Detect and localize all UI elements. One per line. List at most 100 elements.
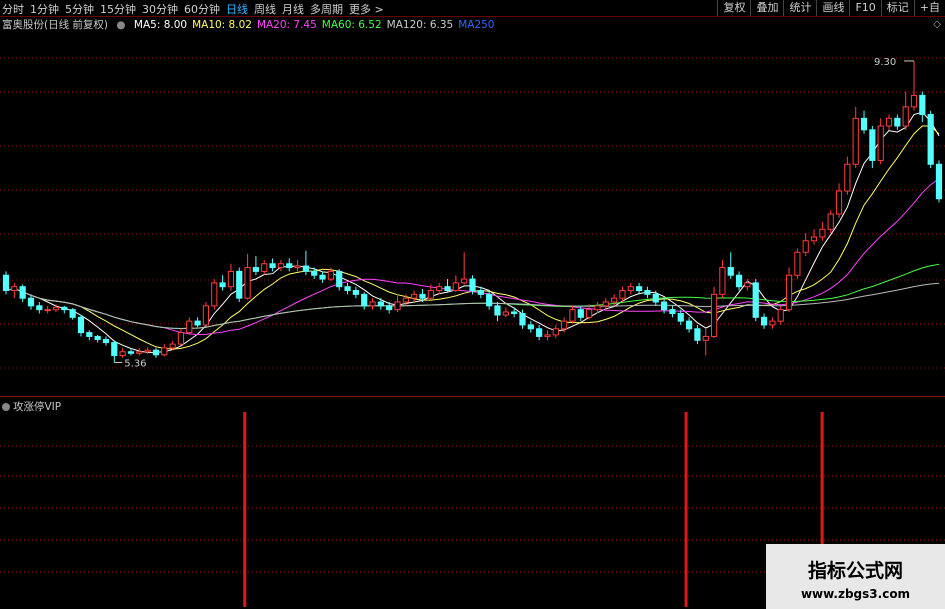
candle-body [477,290,484,295]
tool-button-2[interactable]: 统计 [783,0,816,16]
tool-button-1[interactable]: 叠加 [750,0,783,16]
candle-body [502,311,509,316]
tool-buttons: 复权 叠加 统计 画线 F10 标记 +自 [717,0,945,16]
candle-body [519,312,526,326]
candle-body [660,301,668,311]
candle-body [719,267,726,295]
candle-body [927,114,934,165]
candle-body [669,309,676,314]
candle-body [511,311,518,314]
candle-body [586,309,593,318]
candle-body [577,309,584,318]
candle-body [536,328,543,337]
candle-body [194,320,201,326]
candle-body [644,290,651,295]
tool-button-5[interactable]: 标记 [880,0,914,16]
candle-body [2,274,10,292]
candle-body [102,338,110,344]
settings-icon[interactable]: ● [116,19,125,31]
period-tab-9[interactable]: 多周期 [310,1,343,17]
diamond-icon[interactable]: ◇ [933,19,941,30]
candle-body [319,274,326,280]
ma-legend-item: MA250 [458,19,495,31]
watermark-box: 指标公式网 www.zbgs3.com [766,544,945,609]
ma-legend-item: MA120: 6.35 [386,19,454,31]
candle-body [119,351,126,357]
candle-body [452,282,459,292]
period-tab-7[interactable]: 周线 [254,1,276,17]
period-tab-4[interactable]: 30分钟 [142,1,178,17]
period-tab-3[interactable]: 15分钟 [100,1,136,17]
candle-body [302,265,309,272]
candle-body [127,351,135,354]
watermark-title: 指标公式网 [807,560,903,582]
candle-body [877,125,884,161]
candle-body [211,282,218,307]
candle-body [286,263,293,269]
period-tab-6[interactable]: 日线 [226,1,248,17]
candle-body [277,263,285,269]
tool-button-4[interactable]: F10 [849,0,880,16]
candle-body [735,274,743,288]
candle-body [111,342,118,357]
candle-body [919,94,926,116]
tool-button-0[interactable]: 复权 [717,0,750,16]
candle-body [77,316,85,334]
candle-body [361,293,368,307]
candle-body [411,293,418,299]
candle-body [769,320,776,326]
candle-body [461,278,468,284]
candle-body [852,117,859,165]
candle-body [569,309,576,322]
candle-body [27,297,35,307]
candlestick-chart: 9.30 5.36 [0,57,945,369]
candle-body [177,332,185,345]
ma-legend: 富奥股份(日线 前复权) ● MA5: 8.00 MA10: 8.02 MA20: … [2,17,505,32]
period-tab-10[interactable]: 更多 > [349,1,384,17]
low-label: 5.36 [124,358,146,369]
candle-body [602,301,609,307]
period-tab-0[interactable]: 分时 [2,1,24,17]
candle-body [11,286,18,292]
period-tab-1[interactable]: 1分钟 [30,1,59,17]
period-tabs: 分时 1分钟 5分钟 15分钟 30分钟 60分钟 日线 周线 月线 多周期 更多 > [2,1,390,17]
candle-body [527,324,534,330]
candle-body [636,286,643,292]
stock-title[interactable]: 富奥股份(日线 前复权) [2,19,108,31]
candle-body [785,274,793,311]
candle-body [552,328,559,336]
panel-divider [0,396,945,397]
candle-body [594,305,601,311]
period-tab-2[interactable]: 5分钟 [65,1,94,17]
candle-body [627,286,634,292]
candle-body [344,286,351,292]
ma5-line [5,111,940,354]
candle-body [427,290,434,299]
watermark-url: www.zbgs3.com [800,587,911,601]
candle-body [727,267,734,276]
candle-body [352,290,359,295]
tool-button-6[interactable]: +自 [913,0,945,16]
candle-body [436,286,443,292]
candle-body [694,328,701,341]
candle-body [161,347,168,356]
candle-body [44,309,51,312]
candle-body [910,94,918,108]
period-tab-8[interactable]: 月线 [282,1,304,17]
candle-body [869,129,876,161]
candle-body [894,117,901,127]
ma-legend-item: MA5: 8.00 [133,19,188,31]
period-tab-5[interactable]: 60分钟 [184,1,220,17]
candle-body [336,270,343,288]
candle-body [252,267,260,272]
candle-body [52,306,60,311]
candle-body [827,213,834,230]
candle-body [94,335,101,340]
candle-body [561,320,568,330]
candle-body [544,334,551,337]
candle-body [402,297,409,303]
candle-body [186,320,193,334]
candle-body [685,320,693,330]
tool-button-3[interactable]: 画线 [816,0,849,16]
ma-legend-item: MA60: 6.52 [321,19,382,31]
